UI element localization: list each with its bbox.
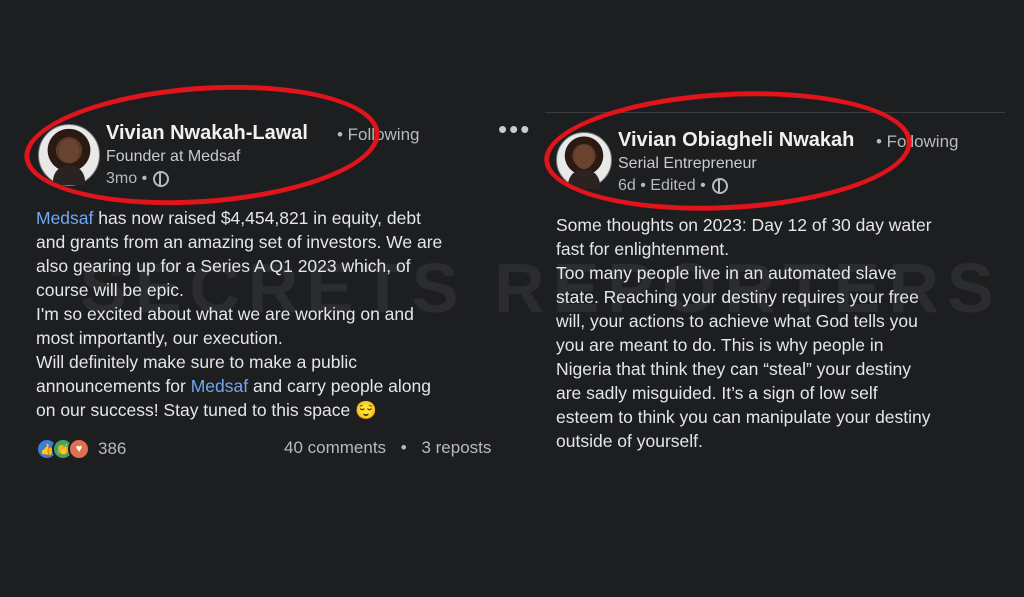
body-line: fast for enlightenment. — [556, 239, 730, 259]
comments-count[interactable]: 40 comments — [284, 438, 386, 457]
body-line: Some thoughts on 2023: Day 12 of 30 day … — [556, 215, 932, 235]
body-line: Medsaf has now raised $4,454,821 in equi… — [36, 208, 421, 228]
body-line: esteem to think you can manipulate your … — [556, 407, 931, 427]
reactions-summary[interactable]: 👍 👏 ♥ 386 — [36, 438, 126, 460]
body-line: state. Reaching your destiny requires yo… — [556, 287, 919, 307]
body-line: you are meant to do. This is why people … — [556, 335, 884, 355]
post-body-left: Medsaf has now raised $4,454,821 in equi… — [36, 206, 442, 422]
body-line: course will be epic. — [36, 280, 184, 300]
body-line: on our success! Stay tuned to this space… — [36, 400, 377, 420]
post-body-right: Some thoughts on 2023: Day 12 of 30 day … — [556, 213, 932, 453]
body-line: Will definitely make sure to make a publ… — [36, 352, 357, 372]
separator: • — [400, 438, 407, 457]
body-line: I'm so excited about what we are working… — [36, 304, 414, 324]
reaction-icons: 👍 👏 ♥ — [36, 438, 90, 460]
body-line: will, your actions to achieve what God t… — [556, 311, 918, 331]
reposts-count[interactable]: 3 reposts — [421, 438, 491, 457]
social-counts: 40 comments • 3 reposts — [284, 438, 491, 458]
body-line: are sadly misguided. It’s a sign of low … — [556, 383, 878, 403]
body-line: Too many people live in an automated sla… — [556, 263, 897, 283]
body-line: Nigeria that think they can “steal” your… — [556, 359, 912, 379]
body-line: also gearing up for a Series A Q1 2023 w… — [36, 256, 411, 276]
reaction-count: 386 — [98, 439, 127, 458]
love-reaction-icon: ♥ — [68, 438, 90, 460]
company-link[interactable]: Medsaf — [36, 208, 93, 228]
body-line: outside of yourself. — [556, 431, 703, 451]
body-line: and grants from an amazing set of invest… — [36, 232, 443, 252]
body-line: most importantly, our execution. — [36, 328, 283, 348]
body-line: announcements for Medsaf and carry peopl… — [36, 376, 431, 396]
more-options-icon[interactable]: ••• — [498, 114, 531, 145]
company-link[interactable]: Medsaf — [191, 376, 248, 396]
